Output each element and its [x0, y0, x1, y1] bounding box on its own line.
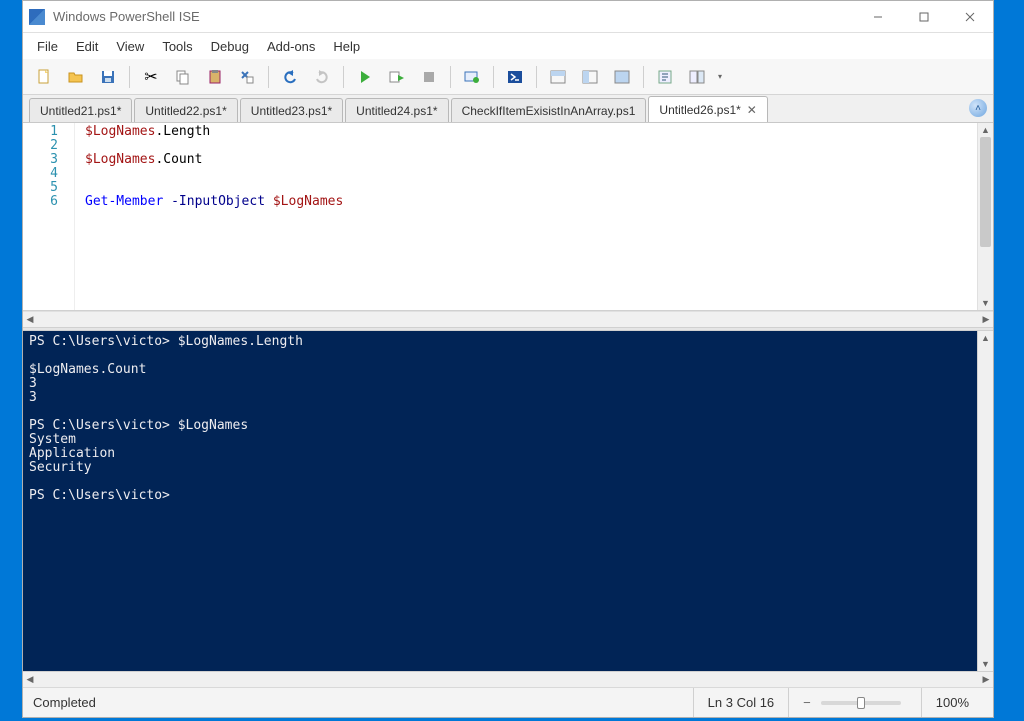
scrollbar-thumb[interactable] — [980, 137, 991, 247]
zoom-control[interactable]: − — [788, 688, 921, 717]
title-bar[interactable]: Windows PowerShell ISE — [23, 1, 993, 33]
run-selection-button[interactable] — [382, 63, 412, 91]
code-area[interactable]: $LogNames.Length $LogNames.Count Get-Mem… — [75, 123, 977, 310]
tab-untitled26[interactable]: Untitled26.ps1* ✕ — [648, 96, 767, 122]
scroll-up-icon[interactable]: ▲ — [978, 331, 993, 345]
paste-button[interactable] — [200, 63, 230, 91]
zoom-percent: 100% — [921, 688, 983, 717]
menu-tools[interactable]: Tools — [154, 36, 200, 57]
scroll-down-icon[interactable]: ▼ — [978, 657, 993, 671]
editor-vertical-scrollbar[interactable]: ▲ ▼ — [977, 123, 993, 310]
status-bar: Completed Ln 3 Col 16 − 100% — [23, 687, 993, 717]
tab-untitled24[interactable]: Untitled24.ps1* — [345, 98, 448, 122]
redo-button[interactable] — [307, 63, 337, 91]
start-powershell-button[interactable] — [500, 63, 530, 91]
zoom-slider-thumb[interactable] — [857, 697, 865, 709]
window-title: Windows PowerShell ISE — [53, 9, 200, 24]
scissors-icon: ✂ — [144, 67, 157, 87]
tab-untitled22[interactable]: Untitled22.ps1* — [134, 98, 237, 122]
open-file-button[interactable] — [61, 63, 91, 91]
script-editor[interactable]: 123456 $LogNames.Length $LogNames.Count … — [23, 123, 993, 311]
scroll-left-icon[interactable]: ◀ — [23, 312, 37, 327]
menu-addons[interactable]: Add-ons — [259, 36, 323, 57]
save-button[interactable] — [93, 63, 123, 91]
console-horizontal-scrollbar[interactable]: ◀ ▶ — [23, 671, 993, 687]
tab-label: Untitled26.ps1* — [659, 103, 740, 117]
tab-untitled21[interactable]: Untitled21.ps1* — [29, 98, 132, 122]
scroll-right-icon[interactable]: ▶ — [979, 312, 993, 327]
minimize-button[interactable] — [855, 1, 901, 33]
tab-label: Untitled22.ps1* — [145, 104, 226, 118]
console-pane[interactable]: PS C:\Users\victo> $LogNames.Length $Log… — [23, 331, 977, 671]
app-icon — [29, 9, 45, 25]
editor-horizontal-scrollbar[interactable]: ◀ ▶ — [23, 311, 993, 327]
clear-button[interactable] — [232, 63, 262, 91]
tab-label: Untitled23.ps1* — [251, 104, 332, 118]
zoom-slider[interactable] — [821, 701, 901, 705]
toolbar: ✂ ▾ — [23, 59, 993, 95]
cut-button[interactable]: ✂ — [136, 63, 166, 91]
tab-checkifitem[interactable]: CheckIfItemExisistInAnArray.ps1 — [451, 98, 647, 122]
layout-full-button[interactable] — [607, 63, 637, 91]
tab-bar: Untitled21.ps1* Untitled22.ps1* Untitled… — [23, 95, 993, 123]
console-vertical-scrollbar[interactable]: ▲ ▼ — [977, 331, 993, 671]
status-text: Completed — [33, 695, 96, 710]
show-command-addon-button[interactable] — [682, 63, 712, 91]
menu-debug[interactable]: Debug — [203, 36, 257, 57]
menu-edit[interactable]: Edit — [68, 36, 106, 57]
undo-button[interactable] — [275, 63, 305, 91]
tab-label: Untitled24.ps1* — [356, 104, 437, 118]
scroll-right-icon[interactable]: ▶ — [979, 672, 993, 687]
menu-help[interactable]: Help — [325, 36, 368, 57]
new-file-button[interactable] — [29, 63, 59, 91]
stop-button[interactable] — [414, 63, 444, 91]
close-button[interactable] — [947, 1, 993, 33]
collapse-script-pane-button[interactable]: ˄ — [969, 99, 987, 117]
toolbar-overflow-button[interactable]: ▾ — [714, 72, 726, 81]
tab-label: Untitled21.ps1* — [40, 104, 121, 118]
show-command-button[interactable] — [650, 63, 680, 91]
scroll-up-icon[interactable]: ▲ — [978, 123, 993, 137]
line-number-gutter: 123456 — [23, 123, 75, 310]
scroll-down-icon[interactable]: ▼ — [978, 296, 993, 310]
tab-label: CheckIfItemExisistInAnArray.ps1 — [462, 104, 636, 118]
menu-bar: File Edit View Tools Debug Add-ons Help — [23, 33, 993, 59]
maximize-button[interactable] — [901, 1, 947, 33]
run-button[interactable] — [350, 63, 380, 91]
copy-button[interactable] — [168, 63, 198, 91]
menu-file[interactable]: File — [29, 36, 66, 57]
layout-side-by-side-button[interactable] — [575, 63, 605, 91]
new-remote-tab-button[interactable] — [457, 63, 487, 91]
tab-untitled23[interactable]: Untitled23.ps1* — [240, 98, 343, 122]
cursor-position: Ln 3 Col 16 — [693, 688, 789, 717]
menu-view[interactable]: View — [108, 36, 152, 57]
chevron-up-icon: ˄ — [975, 103, 981, 114]
app-window: Windows PowerShell ISE File Edit View To… — [22, 0, 994, 718]
layout-script-top-button[interactable] — [543, 63, 573, 91]
tab-close-icon[interactable]: ✕ — [747, 103, 757, 117]
scroll-left-icon[interactable]: ◀ — [23, 672, 37, 687]
